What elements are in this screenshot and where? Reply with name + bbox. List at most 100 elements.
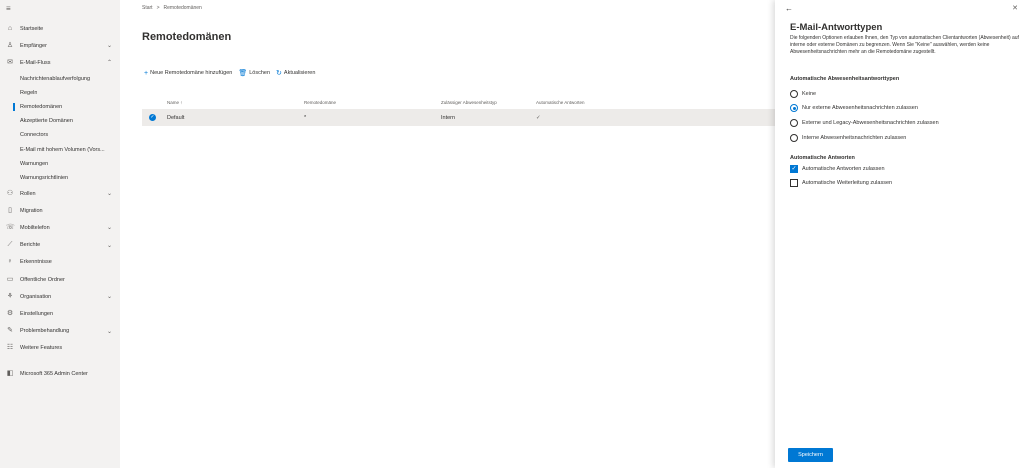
sidebar-item-label: Rollen [20,190,36,197]
refresh-button[interactable]: ↻ Aktualisieren [276,69,315,77]
sidebar-item-oeffentliche-ordner[interactable]: ▭ Öffentliche Ordner [0,271,120,288]
sidebar-item-label: E-Mail-Fluss [20,59,51,66]
panel-description: Die folgenden Optionen erlauben Ihnen, d… [790,35,1019,55]
nav-list: ⌂ Startseite ♙ Empfänger ⌄ ✉ E-Mail-Flus… [0,20,120,382]
sidebar-subitem-nachrichtenablaufverfolgung[interactable]: Nachrichtenablaufverfolgung [0,72,120,86]
settings-icon: ⚙ [6,309,14,317]
sidebar-item-label: Weitere Features [20,345,63,352]
sidebar-item-label: Öffentliche Ordner [20,276,65,283]
sidebar-subitem-akzeptierte-domaenen[interactable]: Akzeptierte Domänen [0,114,120,128]
sidebar-subitem-warnungen[interactable]: Warnungen [0,157,120,171]
sidebar-subitem-label: Regeln [20,89,38,96]
chevron-down-icon: ⌄ [106,225,112,232]
sidebar-nav: ≡ ⌂ Startseite ♙ Empfänger ⌄ ✉ E-Mail-Fl… [0,0,120,468]
sidebar-subitem-label: Akzeptierte Domänen [20,118,73,125]
sidebar-subitem-regeln[interactable]: Regeln [0,86,120,100]
plus-icon: + [144,69,149,77]
radio-circle[interactable] [790,119,798,127]
more-features-icon: ☷ [6,344,14,352]
sidebar-item-organisation[interactable]: ⚘ Organisation ⌄ [0,288,120,305]
cell-name: Default [167,114,185,121]
cell-auto-replies-icon: ✓ [536,114,541,121]
organization-icon: ⚘ [6,292,14,300]
cell-allowed-type: Intern [441,114,456,121]
column-header-name[interactable]: Name ↑ [167,100,304,105]
nav-divider [0,357,120,365]
breadcrumb-home[interactable]: Start [142,5,153,11]
breadcrumb-separator: > [156,5,160,11]
sidebar-subitem-label: Connectors [20,132,49,139]
checkbox-auto-forwarding[interactable]: Automatische Weiterleitung zulassen [790,179,892,187]
troubleshoot-icon: ✎ [7,327,13,335]
delete-button[interactable]: 🗑 Löschen [238,69,270,77]
sidebar-item-empfaenger[interactable]: ♙ Empfänger ⌄ [0,37,120,54]
radio-interne[interactable]: Interne Abwesenheitsnachrichten zulassen [790,134,906,142]
sidebar-subitem-label: Remotedomänen [20,104,63,111]
sidebar-item-label: Organisation [20,293,52,300]
breadcrumb: Start > Remotedomänen [142,5,202,11]
sidebar-item-label: Erkenntnisse [20,259,52,266]
sidebar-item-erkenntnisse[interactable]: ♀ Erkenntnisse [0,254,120,271]
mobile-icon: ☏ [6,224,15,232]
sidebar-item-einstellungen[interactable]: ⚙ Einstellungen [0,305,120,322]
radio-circle[interactable] [790,90,798,98]
checkbox-box[interactable] [790,179,798,187]
column-header-remote-domain[interactable]: Remotedomäne [304,100,441,105]
sidebar-item-admin-center[interactable]: ◧ Microsoft 365 Admin Center [0,365,120,382]
reports-icon: ⟋ [7,241,13,249]
table-row[interactable]: ✓ Default * Intern ✓ [142,109,775,126]
sidebar-subitem-remotedomaenen[interactable]: Remotedomänen [0,100,120,114]
sidebar-item-migration[interactable]: ▯ Migration [0,202,120,219]
office-icon: ◧ [6,369,14,377]
sidebar-subitem-warnungsrichtlinien[interactable]: Warnungsrichtlinien [0,171,120,185]
sidebar-subitem-label: Warnungsrichtlinien [20,174,69,181]
save-button[interactable]: Speichern [788,448,833,462]
sidebar-item-weitere-features[interactable]: ☷ Weitere Features [0,340,120,357]
public-folder-icon: ▭ [6,275,14,283]
back-arrow-icon[interactable]: ← [785,4,793,13]
column-header-auto-replies[interactable]: Automatische Antworten [536,100,636,105]
section-heading-auto-reply-types: Automatische Abwesenheitsantworttypen [790,76,900,82]
sidebar-item-problembehandlung[interactable]: ✎ Problembehandlung ⌄ [0,323,120,340]
command-bar: + Neue Remotedomäne hinzufügen 🗑 Löschen… [144,69,315,78]
sidebar-item-label: Startseite [20,25,44,32]
add-remote-domain-button[interactable]: + Neue Remotedomäne hinzufügen [144,70,232,77]
sidebar-subitem-email-hohes-volumen[interactable]: E-Mail mit hohem Volumen (Vors... [0,143,120,157]
sidebar-item-rollen[interactable]: ⚇ Rollen ⌄ [0,185,120,202]
section-heading-auto-replies: Automatische Antworten [790,155,855,161]
sidebar-subitem-connectors[interactable]: Connectors [0,128,120,142]
hamburger-menu-icon[interactable]: ≡ [6,4,16,14]
chevron-up-icon: ⌃ [106,60,112,67]
refresh-label: Aktualisieren [283,70,316,76]
chevron-down-icon: ⌄ [106,43,112,50]
sidebar-item-label: Mobiltelefon [20,225,50,232]
sidebar-item-label: Einstellungen [20,310,54,317]
breadcrumb-current: Remotedomänen [163,5,202,11]
row-select-cell[interactable]: ✓ [142,114,167,121]
sidebar-item-startseite[interactable]: ⌂ Startseite [0,20,120,37]
checkbox-auto-replies[interactable]: ✓ Automatische Antworten zulassen [790,165,885,173]
chevron-down-icon: ⌄ [106,294,112,301]
radio-circle-selected[interactable] [790,104,798,112]
checkbox-checked-icon[interactable]: ✓ [790,165,798,173]
mail-icon: ✉ [7,58,13,66]
sidebar-item-berichte[interactable]: ⟋ Berichte ⌄ [0,237,120,254]
radio-externe-und-legacy[interactable]: Externe und Legacy-Abwesenheitsnachricht… [790,119,939,127]
sidebar-subitem-label: Nachrichtenablaufverfolgung [20,75,91,82]
radio-label: Interne Abwesenheitsnachrichten zulassen [802,135,907,141]
close-icon[interactable]: ✕ [1012,4,1018,12]
page-title: Remotedomänen [142,31,232,43]
sidebar-item-mobiltelefon[interactable]: ☏ Mobiltelefon ⌄ [0,219,120,236]
migration-icon: ▯ [8,206,12,214]
radio-label: Nur externe Abwesenheitsnachrichten zula… [802,105,918,111]
sidebar-subitem-label: Warnungen [20,160,49,167]
radio-circle[interactable] [790,134,798,142]
refresh-icon: ↻ [276,70,282,77]
radio-keine[interactable]: Keine [790,90,816,98]
row-selected-check-icon[interactable]: ✓ [149,114,156,121]
table-header: Name ↑ Remotedomäne Zulässiger Abwesenhe… [142,96,775,109]
sidebar-item-email-fluss[interactable]: ✉ E-Mail-Fluss ⌃ [0,54,120,71]
radio-nur-externe[interactable]: Nur externe Abwesenheitsnachrichten zula… [790,104,918,112]
column-header-allowed-type[interactable]: Zulässiger Abwesenheitstyp [441,100,536,105]
email-reply-types-panel: ← ✕ E-Mail-Antworttypen Die folgenden Op… [775,0,1024,468]
